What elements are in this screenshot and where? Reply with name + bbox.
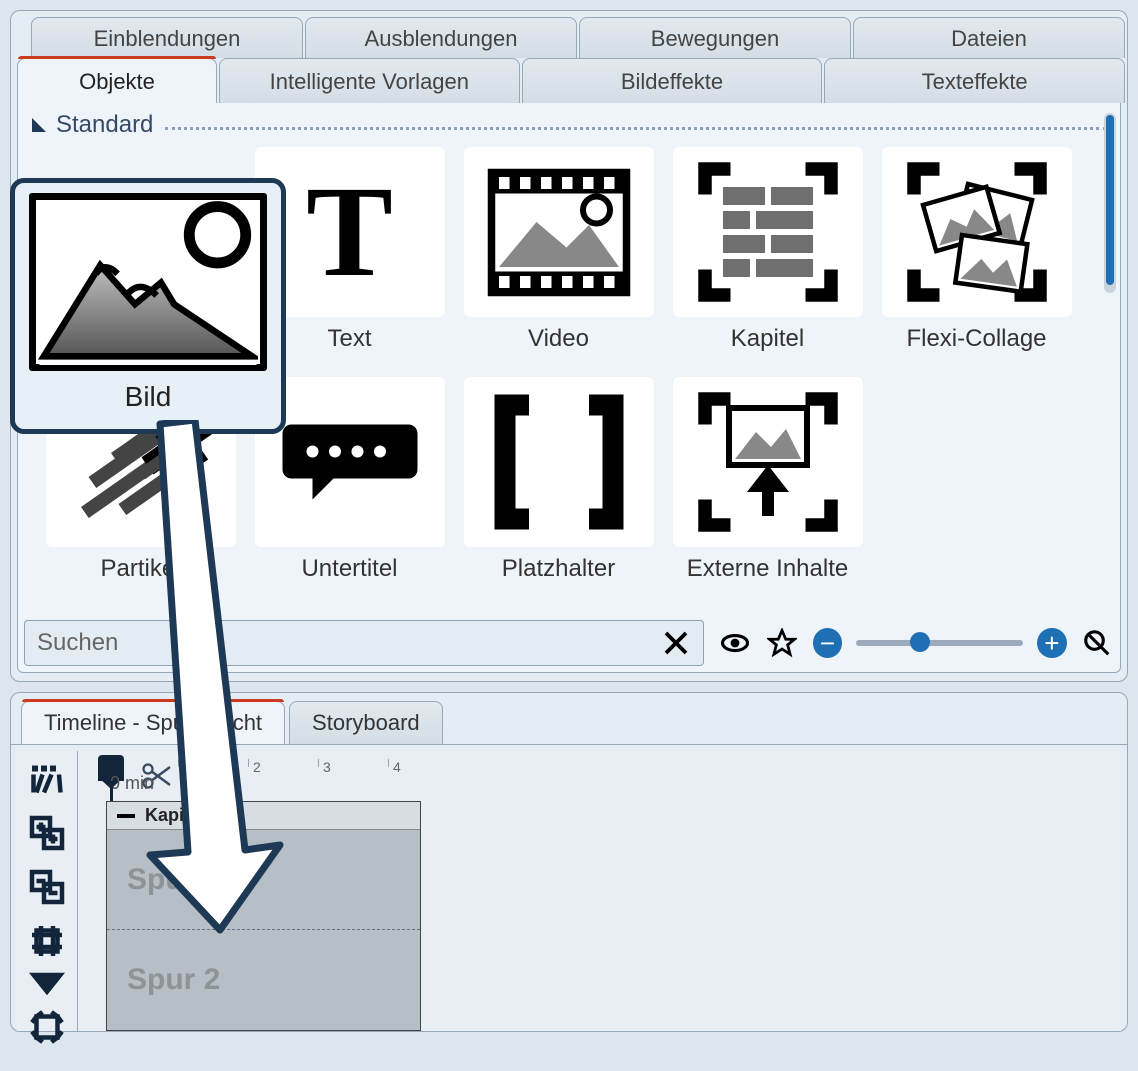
obj-bild[interactable]: [38, 147, 243, 377]
eye-icon[interactable]: [718, 626, 751, 660]
tab-einblendungen[interactable]: Einblendungen: [31, 17, 303, 58]
obj-text[interactable]: T Text: [247, 147, 452, 377]
placeholder-icon: [464, 377, 654, 547]
search-input[interactable]: [35, 628, 659, 658]
tab-bildeffekte[interactable]: Bildeffekte: [522, 58, 823, 103]
obj-externe-inhalte[interactable]: Externe Inhalte: [665, 377, 870, 607]
collage-icon: [882, 147, 1072, 317]
collapse-triangle-icon: [32, 118, 46, 132]
text-icon: T: [255, 147, 445, 317]
zoom-in-button[interactable]: +: [1037, 628, 1066, 658]
group-divider-dots: [165, 127, 1106, 130]
tab-texteffekte[interactable]: Texteffekte: [824, 58, 1125, 103]
zoom-slider[interactable]: [856, 640, 1023, 646]
fit-icon[interactable]: [27, 1009, 67, 1045]
tab-ausblendungen[interactable]: Ausblendungen: [305, 17, 577, 58]
toolbox-scrollbar[interactable]: [1104, 113, 1116, 293]
tab-storyboard[interactable]: Storyboard: [289, 701, 443, 744]
tab-bewegungen[interactable]: Bewegungen: [579, 17, 851, 58]
obj-platzhalter[interactable]: Platzhalter: [456, 377, 661, 607]
zoom-out-button[interactable]: −: [813, 628, 842, 658]
toolbox-tab-row-lower: Objekte Intelligente Vorlagen Bildeffekt…: [11, 58, 1127, 103]
track-options-icon[interactable]: [27, 761, 67, 797]
expand-arrow-icon[interactable]: [27, 977, 67, 991]
externe-icon: [673, 377, 863, 547]
tab-intelligente-vorlagen[interactable]: Intelligente Vorlagen: [219, 58, 520, 103]
toolbox-tab-row-upper: Einblendungen Ausblendungen Bewegungen D…: [31, 11, 1127, 58]
remove-track-icon[interactable]: [27, 869, 67, 905]
obj-flexicollage[interactable]: Flexi-Collage: [874, 147, 1079, 377]
obj-kapitel[interactable]: Kapitel: [665, 147, 870, 377]
zoom-slider-knob[interactable]: [910, 632, 930, 652]
track-2[interactable]: Spur 2: [107, 930, 420, 1030]
search-field-wrap: [24, 620, 704, 666]
timeline-sidebar: [17, 751, 77, 1031]
tab-dateien[interactable]: Dateien: [853, 17, 1125, 58]
toolbox-group-header[interactable]: Standard: [18, 103, 1120, 143]
video-icon: [464, 147, 654, 317]
toolbox-scrollbar-thumb[interactable]: [1106, 115, 1114, 285]
clear-search-icon[interactable]: [659, 626, 693, 660]
tab-objekte[interactable]: Objekte: [17, 58, 217, 103]
toolbox-group-title: Standard: [56, 111, 153, 139]
obj-video[interactable]: Video: [456, 147, 661, 377]
image-icon: [46, 147, 236, 317]
zoom-reset-icon[interactable]: [1081, 626, 1114, 660]
drag-arrow-icon: [140, 420, 290, 940]
add-track-icon[interactable]: [27, 815, 67, 851]
collapse-minus-icon[interactable]: [117, 814, 135, 818]
crop-icon[interactable]: [27, 923, 67, 959]
kapitel-icon: [673, 147, 863, 317]
star-icon[interactable]: [765, 626, 798, 660]
